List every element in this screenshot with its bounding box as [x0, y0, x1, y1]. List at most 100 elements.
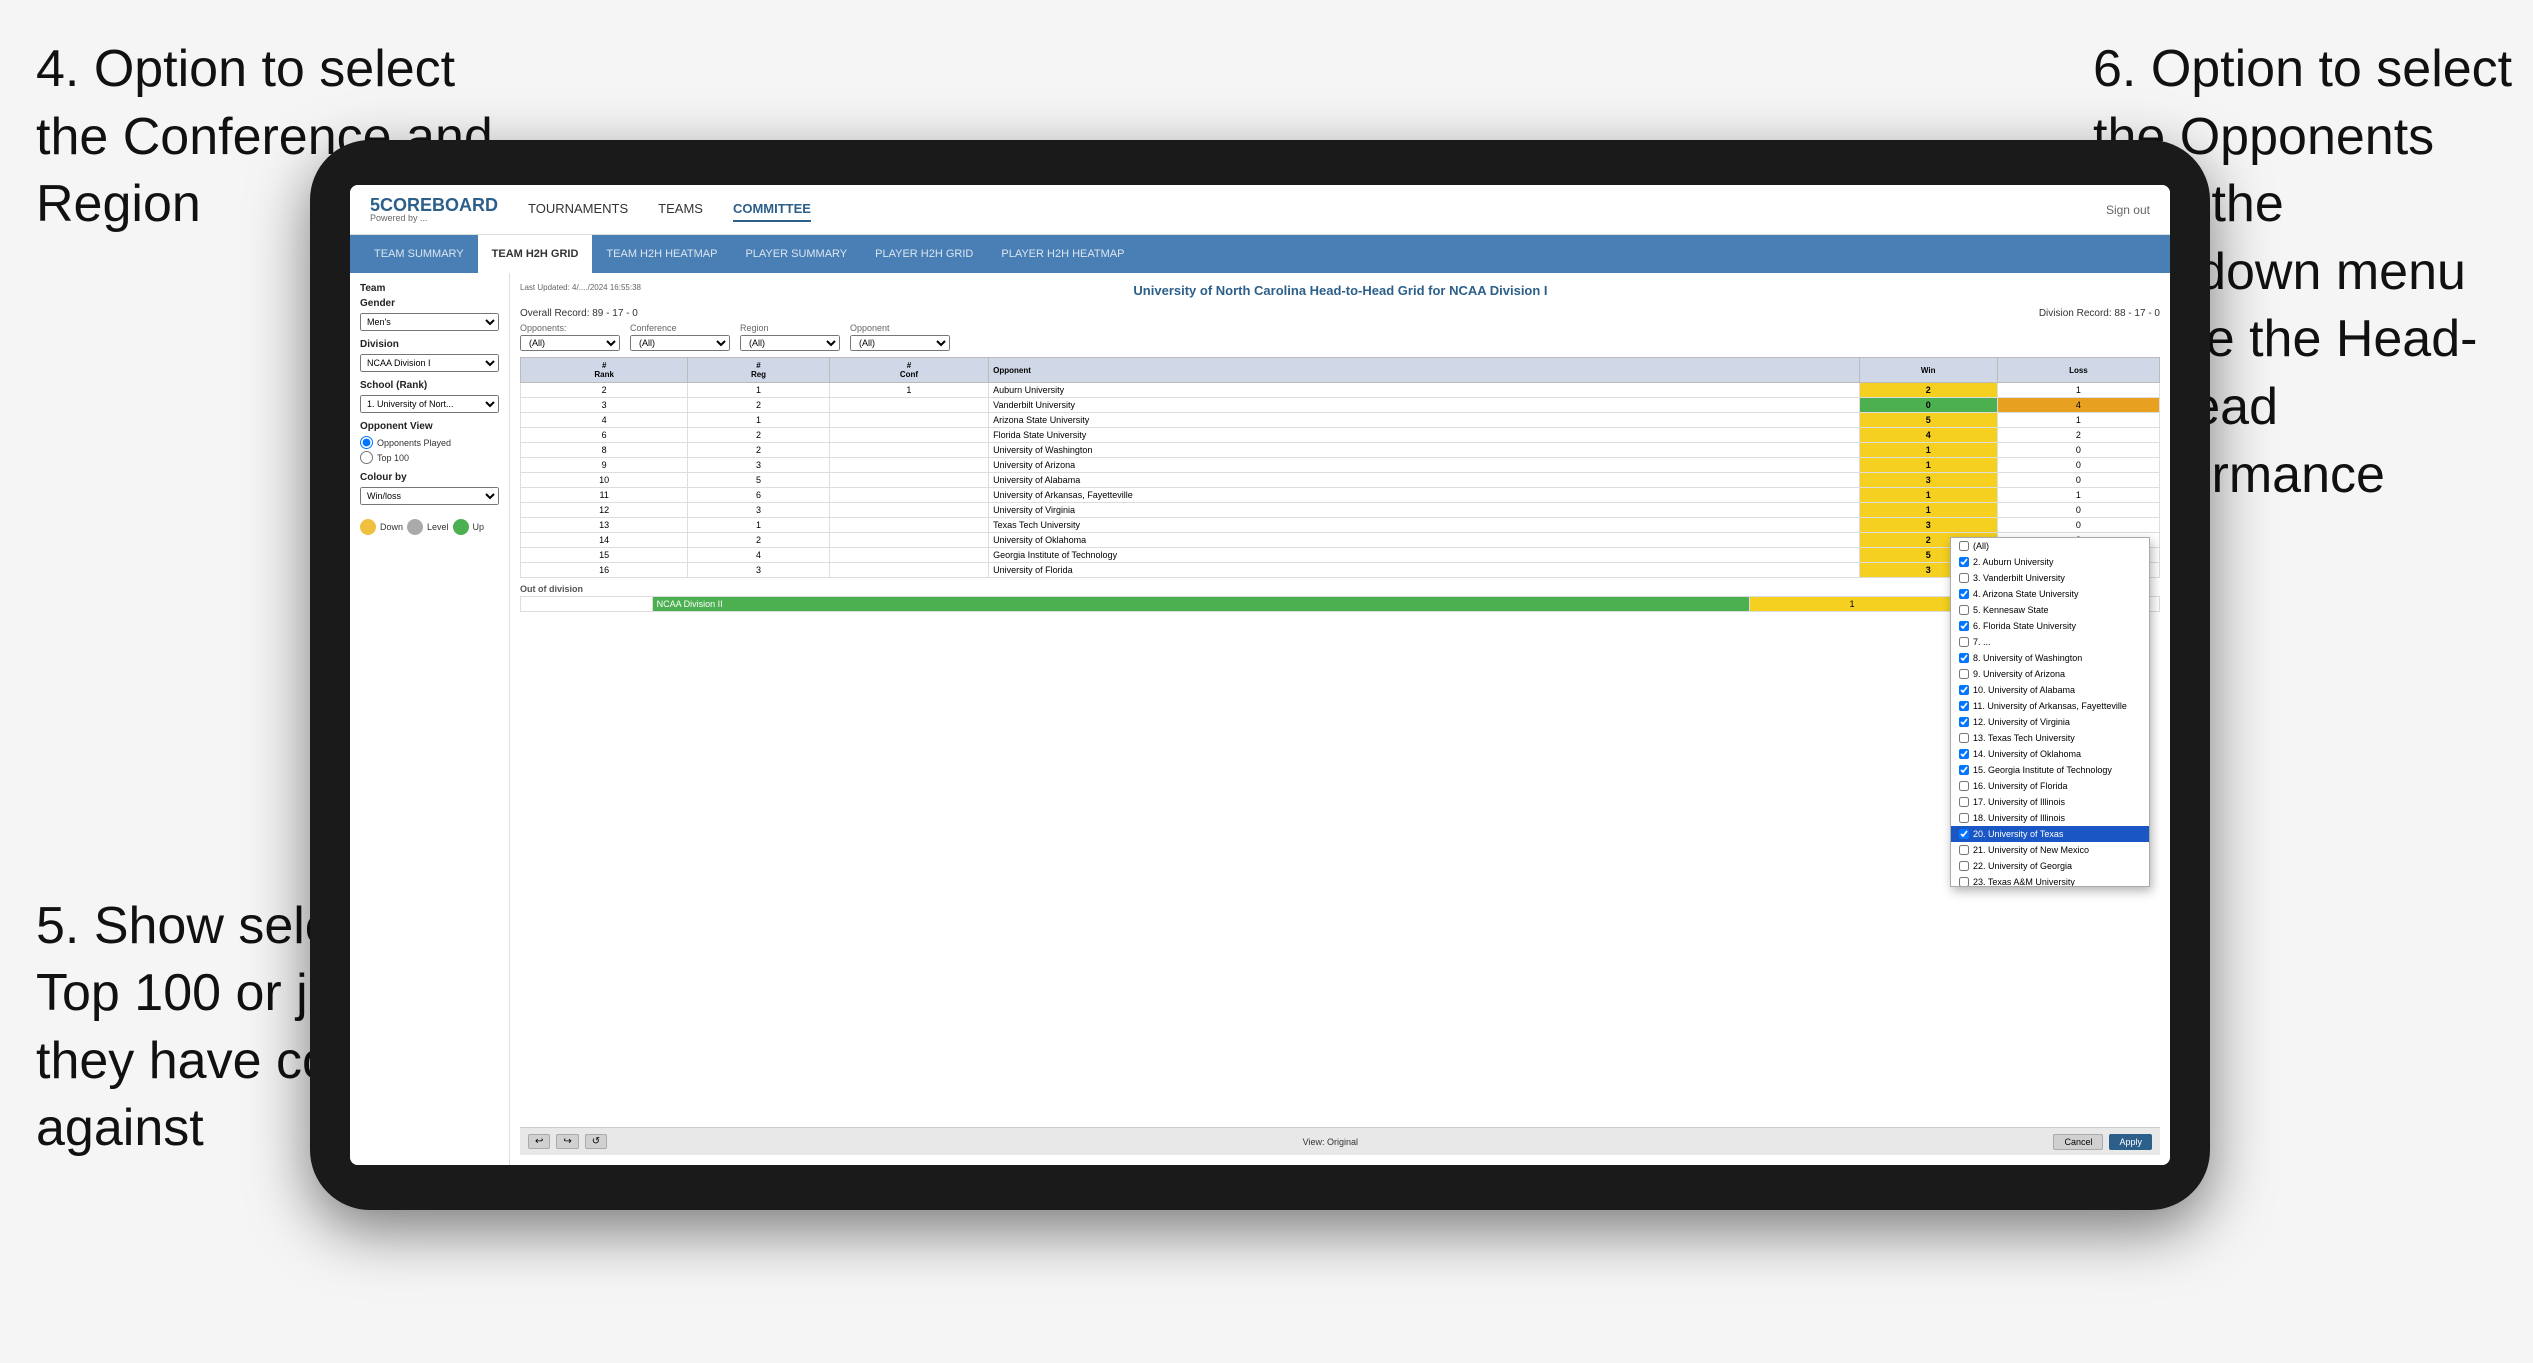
dropdown-item[interactable]: 20. University of Texas — [1951, 826, 2149, 842]
cell-reg: 2 — [688, 443, 829, 458]
dropdown-item[interactable]: 21. University of New Mexico — [1951, 842, 2149, 858]
dropdown-checkbox[interactable] — [1959, 733, 1969, 743]
cell-reg: 2 — [688, 428, 829, 443]
dropdown-item[interactable]: 15. Georgia Institute of Technology — [1951, 762, 2149, 778]
table-row: 11 6 University of Arkansas, Fayettevill… — [521, 488, 2160, 503]
dropdown-checkbox[interactable] — [1959, 573, 1969, 583]
tab-player-h2h-grid[interactable]: PLAYER H2H GRID — [861, 235, 987, 273]
tab-team-summary[interactable]: TEAM SUMMARY — [360, 235, 478, 273]
dropdown-item-label: 13. Texas Tech University — [1973, 733, 2075, 743]
refresh-button[interactable]: ↺ — [585, 1134, 607, 1149]
nav-sign-out[interactable]: Sign out — [2106, 203, 2150, 217]
dropdown-item[interactable]: 17. University of Illinois — [1951, 794, 2149, 810]
conference-select[interactable]: (All) — [630, 335, 730, 351]
cell-conf: 1 — [829, 383, 988, 398]
dropdown-item[interactable]: 23. Texas A&M University — [1951, 874, 2149, 887]
dropdown-item[interactable]: 11. University of Arkansas, Fayetteville — [1951, 698, 2149, 714]
col-loss: Loss — [1997, 358, 2159, 383]
cancel-button[interactable]: Cancel — [2053, 1134, 2103, 1150]
dropdown-checkbox[interactable] — [1959, 637, 1969, 647]
dropdown-item[interactable]: 2. Auburn University — [1951, 554, 2149, 570]
dropdown-checkbox[interactable] — [1959, 765, 1969, 775]
nav-committee[interactable]: COMMITTEE — [733, 197, 811, 222]
dropdown-item[interactable]: 5. Kennesaw State — [1951, 602, 2149, 618]
dropdown-checkbox[interactable] — [1959, 781, 1969, 791]
cell-conf — [829, 443, 988, 458]
dropdown-item[interactable]: 6. Florida State University — [1951, 618, 2149, 634]
colour-by-select[interactable]: Win/loss — [360, 487, 499, 505]
gender-select[interactable]: Men's — [360, 313, 499, 331]
opponents-select[interactable]: (All) — [520, 335, 620, 351]
dropdown-checkbox[interactable] — [1959, 717, 1969, 727]
dropdown-checkbox[interactable] — [1959, 829, 1969, 839]
tab-team-h2h-heatmap[interactable]: TEAM H2H HEATMAP — [592, 235, 731, 273]
radio-top100-input[interactable] — [360, 451, 373, 464]
redo-button[interactable]: ↪ — [556, 1134, 578, 1149]
table-row: 4 1 Arizona State University 5 1 — [521, 413, 2160, 428]
undo-button[interactable]: ↩ — [528, 1134, 550, 1149]
dropdown-checkbox[interactable] — [1959, 589, 1969, 599]
dropdown-item[interactable]: 18. University of Illinois — [1951, 810, 2149, 826]
apply-button[interactable]: Apply — [2109, 1134, 2152, 1150]
dropdown-checkbox[interactable] — [1959, 669, 1969, 679]
dropdown-item[interactable]: 8. University of Washington — [1951, 650, 2149, 666]
cell-reg: 3 — [688, 458, 829, 473]
dropdown-item-label: 7. ... — [1973, 637, 1991, 647]
dropdown-item[interactable]: 7. ... — [1951, 634, 2149, 650]
dropdown-item[interactable]: 10. University of Alabama — [1951, 682, 2149, 698]
nav-teams[interactable]: TEAMS — [658, 197, 703, 222]
opponent-select[interactable]: (All) — [850, 335, 950, 351]
dropdown-checkbox[interactable] — [1959, 557, 1969, 567]
filter-group-region: Region (All) — [740, 323, 840, 351]
cell-conf — [829, 518, 988, 533]
dropdown-checkbox[interactable] — [1959, 845, 1969, 855]
dropdown-item-label: 16. University of Florida — [1973, 781, 2068, 791]
dropdown-checkbox[interactable] — [1959, 749, 1969, 759]
report-updated: Last Updated: 4/..../2024 16:55:38 — [520, 283, 641, 292]
dropdown-item[interactable]: 22. University of Georgia — [1951, 858, 2149, 874]
cell-win: 0 — [1859, 398, 1997, 413]
region-select[interactable]: (All) — [740, 335, 840, 351]
nav-tournaments[interactable]: TOURNAMENTS — [528, 197, 628, 222]
dropdown-checkbox[interactable] — [1959, 621, 1969, 631]
radio-opponents-played-input[interactable] — [360, 436, 373, 449]
dropdown-item[interactable]: (All) — [1951, 538, 2149, 554]
cell-rank: 3 — [521, 398, 688, 413]
dropdown-item-label: 3. Vanderbilt University — [1973, 573, 2065, 583]
dropdown-item[interactable]: 9. University of Arizona — [1951, 666, 2149, 682]
legend-up-label: Up — [473, 522, 485, 532]
dropdown-checkbox[interactable] — [1959, 541, 1969, 551]
tab-team-h2h-grid[interactable]: TEAM H2H GRID — [478, 235, 593, 273]
region-label: Region — [740, 323, 840, 333]
tab-player-summary[interactable]: PLAYER SUMMARY — [731, 235, 861, 273]
dropdown-item[interactable]: 3. Vanderbilt University — [1951, 570, 2149, 586]
dropdown-checkbox[interactable] — [1959, 861, 1969, 871]
dropdown-item[interactable]: 16. University of Florida — [1951, 778, 2149, 794]
dropdown-checkbox[interactable] — [1959, 605, 1969, 615]
cell-win: 4 — [1859, 428, 1997, 443]
radio-top100[interactable]: Top 100 — [360, 451, 499, 464]
dropdown-checkbox[interactable] — [1959, 653, 1969, 663]
school-select[interactable]: 1. University of Nort... — [360, 395, 499, 413]
dropdown-checkbox[interactable] — [1959, 877, 1969, 887]
tab-player-h2h-heatmap[interactable]: PLAYER H2H HEATMAP — [987, 235, 1138, 273]
opponent-dropdown[interactable]: (All) 2. Auburn University 3. Vanderbilt… — [1950, 537, 2150, 887]
cell-loss: 0 — [1997, 458, 2159, 473]
dropdown-checkbox[interactable] — [1959, 797, 1969, 807]
dropdown-item[interactable]: 13. Texas Tech University — [1951, 730, 2149, 746]
dropdown-checkbox[interactable] — [1959, 813, 1969, 823]
legend-down-label: Down — [380, 522, 403, 532]
dropdown-item[interactable]: 12. University of Virginia — [1951, 714, 2149, 730]
left-panel: Team Gender Men's Division NCAA Division… — [350, 273, 510, 1165]
cell-win: 1 — [1859, 443, 1997, 458]
cell-conf — [829, 458, 988, 473]
dropdown-item[interactable]: 14. University of Oklahoma — [1951, 746, 2149, 762]
dropdown-checkbox[interactable] — [1959, 685, 1969, 695]
dropdown-item-label: 12. University of Virginia — [1973, 717, 2070, 727]
cell-rank: 2 — [521, 383, 688, 398]
radio-opponents-played[interactable]: Opponents Played — [360, 436, 499, 449]
logo-sub: Powered by ... — [370, 214, 498, 223]
dropdown-item[interactable]: 4. Arizona State University — [1951, 586, 2149, 602]
dropdown-checkbox[interactable] — [1959, 701, 1969, 711]
division-select[interactable]: NCAA Division I — [360, 354, 499, 372]
